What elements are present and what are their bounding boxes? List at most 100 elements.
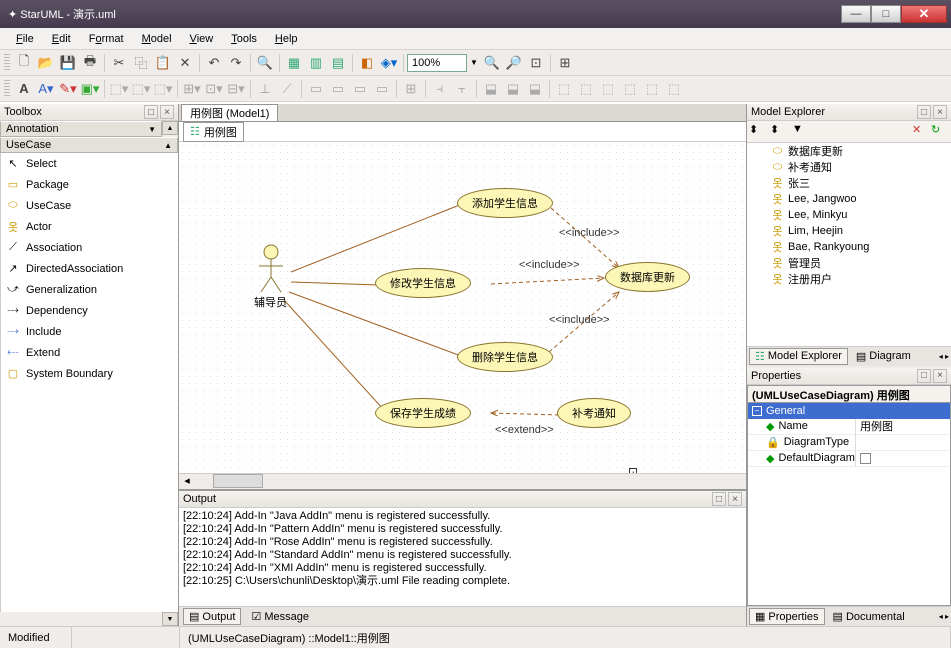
zoomin-icon[interactable]: 🔍 [481,52,503,74]
tool-directedassociation[interactable]: ↗DirectedAssociation [1,258,178,279]
a3-icon[interactable]: ⬚▾ [152,78,174,100]
menu-edit[interactable]: Edit [44,31,79,47]
actor-figure[interactable]: 辅导员 [254,244,287,310]
print-icon[interactable]: 🖶 [79,52,101,74]
menu-help[interactable]: Help [267,31,306,47]
panel-close-button[interactable]: × [728,492,742,506]
output-text[interactable]: [22:10:24] Add-In "Java AddIn" menu is r… [179,508,746,606]
panel-close-button[interactable]: × [160,105,174,119]
toolbar-grip[interactable] [4,80,10,98]
t4-icon[interactable]: ◧ [356,52,378,74]
sf5-icon[interactable]: ⬚ [641,78,663,100]
t5-icon[interactable]: ◈▾ [378,52,400,74]
t1-icon[interactable]: ▦ [283,52,305,74]
output-tab-message[interactable]: ☑Message [245,608,315,625]
sf6-icon[interactable]: ⬚ [663,78,685,100]
usecase-save[interactable]: 保存学生成绩 [375,398,471,428]
panel-dock-button[interactable]: □ [712,492,726,506]
prop-group-general[interactable]: −General [748,403,950,419]
tool-include[interactable]: ⤏Include [1,321,178,342]
maximize-button[interactable]: □ [871,5,901,23]
fontcolor-icon[interactable]: A▾ [35,78,57,100]
toolbox-section-annotation[interactable]: Annotation▼ [0,121,162,137]
gs3-icon[interactable]: ⊟▾ [225,78,247,100]
prop-row-name[interactable]: ◆Name 用例图 [748,419,950,435]
output-tab-output[interactable]: ▤Output [183,608,241,625]
tool-association[interactable]: ⟋Association [1,237,178,258]
scroll-up-button[interactable]: ▲ [162,121,178,135]
toolbar-grip[interactable] [4,54,10,72]
usecase-add[interactable]: 添加学生信息 [457,188,553,218]
menu-file[interactable]: File [8,31,42,47]
panel-close-button[interactable]: × [933,105,947,119]
sort2-icon[interactable]: ⬍ [770,123,790,141]
tree-item[interactable]: 옷Lim, Heejin [747,223,951,239]
diagram-canvas[interactable]: 辅导员 添加学生信息 修改学生信息 删除学生信息 保存学生成绩 数据库更新 补考… [179,142,746,473]
tool-icon[interactable]: ⊞ [554,52,576,74]
al2-icon[interactable]: ⫟ [451,78,473,100]
tool-systemboundary[interactable]: ▢System Boundary [1,363,178,384]
close-button[interactable]: ✕ [901,5,947,23]
toolbox-section-usecase[interactable]: UseCase▲ [0,137,178,153]
usecase-dbupdate[interactable]: 数据库更新 [605,262,690,292]
zoomfit-icon[interactable]: ⊡ [525,52,547,74]
paste-icon[interactable]: 📋 [152,52,174,74]
al1-icon[interactable]: ⫞ [429,78,451,100]
del-icon[interactable]: ✕ [912,123,930,141]
ln1-icon[interactable]: ⟂ [254,78,276,100]
d1-icon[interactable]: ⬓ [480,78,502,100]
redo-icon[interactable]: ↷ [225,52,247,74]
tree-item[interactable]: ⬭数据库更新 [747,143,951,159]
tool-package[interactable]: ▭Package [1,174,178,195]
tab-model-explorer[interactable]: ☷Model Explorer [749,348,848,365]
copy-icon[interactable]: ⿻ [130,52,152,74]
prop-row-default[interactable]: ◆DefaultDiagram [748,451,950,467]
h-scrollbar[interactable]: ◂ [179,473,746,489]
font-icon[interactable]: A [13,78,35,100]
tab-properties[interactable]: ▦Properties [749,608,825,625]
panel-dock-button[interactable]: □ [917,105,931,119]
delete-icon[interactable]: ✕ [174,52,196,74]
tree-item[interactable]: 옷管理员 [747,255,951,271]
menu-view[interactable]: View [182,31,222,47]
sf1-icon[interactable]: ⬚ [553,78,575,100]
tool-dependency[interactable]: ⤏Dependency [1,300,178,321]
diagram-name-box[interactable]: ☷ 用例图 [183,122,244,142]
menu-tools[interactable]: Tools [223,31,265,47]
tool-actor[interactable]: 옷Actor [1,216,178,237]
a1-icon[interactable]: ⬚▾ [108,78,130,100]
d3-icon[interactable]: ⬓ [524,78,546,100]
minimize-button[interactable]: — [841,5,871,23]
diagram-tab[interactable]: 用例图 (Model1) [181,104,278,121]
sort1-icon[interactable]: ⬍ [749,123,769,141]
g4-icon[interactable]: ▭ [371,78,393,100]
open-icon[interactable]: 📂 [35,52,57,74]
tab-diagram-explorer[interactable]: ▤Diagram [850,348,917,365]
zoom-input[interactable] [407,54,467,72]
t3-icon[interactable]: ▤ [327,52,349,74]
panel-dock-button[interactable]: □ [917,369,931,383]
tool-generalization[interactable]: ⤻Generalization [1,279,178,300]
t2-icon[interactable]: ▥ [305,52,327,74]
refresh-icon[interactable]: ↻ [931,123,949,141]
filter-icon[interactable]: ▼ [792,123,812,141]
zoomout-icon[interactable]: 🔎 [503,52,525,74]
scroll-down-button[interactable]: ▼ [162,612,178,626]
sf4-icon[interactable]: ⬚ [619,78,641,100]
usecase-retest[interactable]: 补考通知 [557,398,631,428]
panel-dock-button[interactable]: □ [144,105,158,119]
tree-item[interactable]: 옷Lee, Minkyu [747,207,951,223]
sf3-icon[interactable]: ⬚ [597,78,619,100]
cut-icon[interactable]: ✂ [108,52,130,74]
usecase-delete[interactable]: 删除学生信息 [457,342,553,372]
tree-item[interactable]: 옷张三 [747,175,951,191]
explorer-tree[interactable]: ⬭数据库更新⬭补考通知옷张三옷Lee, Jangwoo옷Lee, Minkyu옷… [747,143,951,346]
g2-icon[interactable]: ▭ [327,78,349,100]
gs2-icon[interactable]: ⊡▾ [203,78,225,100]
panel-close-button[interactable]: × [933,369,947,383]
tool-select[interactable]: ↖Select [1,153,178,174]
undo-icon[interactable]: ↶ [203,52,225,74]
ln2-icon[interactable]: ⟋ [276,78,298,100]
d2-icon[interactable]: ⬓ [502,78,524,100]
save-icon[interactable]: 💾 [57,52,79,74]
